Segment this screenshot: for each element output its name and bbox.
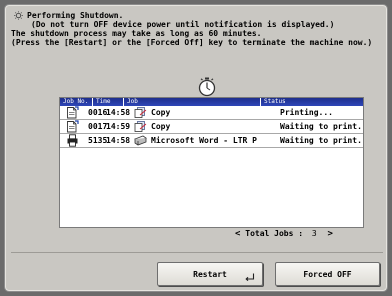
job-name: Copy (151, 108, 171, 117)
job-status: Waiting to print.. (280, 122, 362, 131)
restart-label: Restart (193, 269, 227, 279)
table-row[interactable]: 0017 14:59 Copy Waiting to print.. (60, 120, 363, 134)
job-table: Job No. Time Job Status 0016 14:58 Copy … (59, 97, 364, 228)
printer-job-icon (66, 134, 79, 147)
shutdown-message: Performing Shutdown. (Do not turn OFF de… (11, 11, 381, 47)
header-job-no: Job No. (60, 98, 93, 106)
total-jobs: < Total Jobs : 3 > (235, 229, 333, 239)
document-arrow-icon (66, 106, 79, 119)
next-arrow[interactable]: > (328, 229, 333, 239)
total-jobs-label: Total Jobs : (245, 229, 304, 238)
job-number: 0016 (88, 108, 108, 117)
document-arrow-icon (66, 120, 79, 133)
restart-button[interactable]: Restart (157, 262, 263, 286)
previous-arrow[interactable]: < (235, 229, 240, 239)
divider (11, 252, 383, 253)
job-number: 5135 (88, 136, 108, 145)
print-icon (134, 135, 147, 146)
enter-key-icon (245, 273, 255, 282)
message-duration: The shutdown process may take as long as… (11, 29, 262, 38)
job-name: Microsoft Word - LTR P (151, 136, 257, 145)
message-title: Performing Shutdown. (27, 11, 124, 20)
job-table-header: Job No. Time Job Status (60, 98, 363, 106)
sun-status-icon (13, 11, 24, 20)
header-time: Time (93, 98, 124, 106)
forced-off-label: Forced OFF (303, 269, 352, 279)
job-status: Waiting to print.. (280, 136, 362, 145)
job-time: 14:58 (106, 136, 131, 145)
job-name: Copy (151, 122, 171, 131)
job-time: 14:59 (106, 122, 131, 131)
header-status: Status (264, 98, 286, 105)
shutdown-dialog: Performing Shutdown. (Do not turn OFF de… (4, 4, 388, 292)
header-job: Job (124, 98, 261, 106)
table-row[interactable]: 5135 14:58 Microsoft Word - LTR P Waitin… (60, 134, 363, 148)
forced-off-button[interactable]: Forced OFF (275, 262, 380, 286)
timer-icon (197, 77, 217, 97)
message-warning: (Do not turn OFF device power until noti… (31, 20, 335, 29)
table-row[interactable]: 0016 14:58 Copy Printing... (60, 106, 363, 120)
job-status: Printing... (280, 108, 333, 117)
copy-icon (134, 107, 147, 118)
job-number: 0017 (88, 122, 108, 131)
total-jobs-count: 3 (311, 229, 317, 238)
copy-icon (134, 121, 147, 132)
job-time: 14:58 (106, 108, 131, 117)
message-instruction: (Press the [Restart] or the [Forced Off]… (11, 38, 373, 47)
